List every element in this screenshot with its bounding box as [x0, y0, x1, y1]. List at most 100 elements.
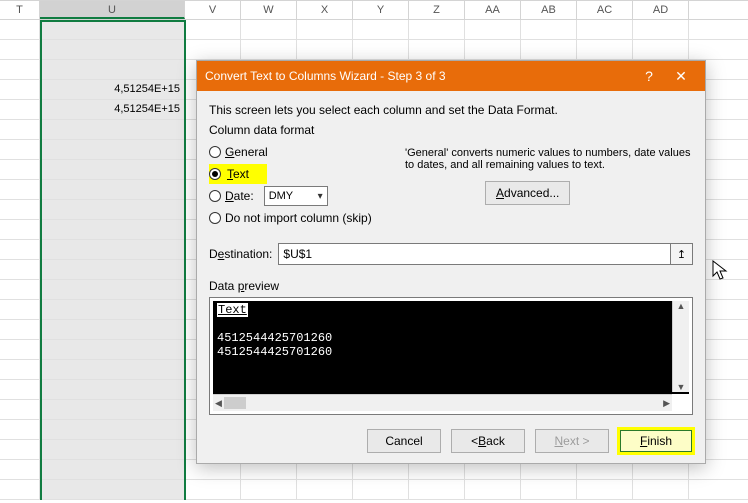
cell[interactable]	[577, 480, 633, 499]
date-format-select[interactable]: DMY ▾	[264, 186, 328, 206]
cell[interactable]	[40, 440, 185, 459]
column-header[interactable]: T	[0, 1, 40, 19]
cell[interactable]	[0, 140, 40, 159]
column-header[interactable]: W	[241, 1, 297, 19]
cell[interactable]	[353, 480, 409, 499]
cell[interactable]	[241, 20, 297, 39]
cell[interactable]	[0, 420, 40, 439]
cell[interactable]	[0, 220, 40, 239]
cell[interactable]	[0, 200, 40, 219]
cell[interactable]	[40, 140, 185, 159]
cell[interactable]	[40, 60, 185, 79]
cell[interactable]	[577, 40, 633, 59]
cell[interactable]	[0, 480, 40, 499]
cell[interactable]	[0, 20, 40, 39]
cell[interactable]	[40, 400, 185, 419]
cell[interactable]	[241, 40, 297, 59]
advanced-button[interactable]: Advanced...	[485, 181, 570, 205]
cell[interactable]	[0, 460, 40, 479]
cell[interactable]	[40, 20, 185, 39]
cell[interactable]	[0, 400, 40, 419]
preview-scrollbar-v[interactable]: ▲ ▼	[672, 301, 689, 392]
cell[interactable]	[40, 380, 185, 399]
cell[interactable]: 4,51254E+15	[40, 80, 185, 99]
column-header[interactable]: Z	[409, 1, 465, 19]
radio-skip[interactable]: Do not import column (skip)	[209, 207, 399, 229]
column-header[interactable]: U	[40, 1, 185, 19]
radio-date[interactable]: Date: DMY ▾	[209, 185, 399, 207]
cell[interactable]	[0, 120, 40, 139]
cell[interactable]	[40, 280, 185, 299]
dialog-titlebar[interactable]: Convert Text to Columns Wizard - Step 3 …	[197, 61, 705, 91]
cell[interactable]	[40, 220, 185, 239]
cell[interactable]	[409, 480, 465, 499]
cell[interactable]	[40, 240, 185, 259]
cell[interactable]	[353, 40, 409, 59]
cell[interactable]	[0, 300, 40, 319]
cell[interactable]	[40, 40, 185, 59]
cell[interactable]	[0, 280, 40, 299]
destination-input[interactable]: $U$1	[278, 243, 671, 265]
column-header[interactable]: AD	[633, 1, 689, 19]
cell[interactable]	[40, 480, 185, 499]
cell[interactable]	[40, 340, 185, 359]
cell[interactable]	[297, 40, 353, 59]
cell[interactable]	[465, 40, 521, 59]
cell[interactable]	[185, 40, 241, 59]
column-header[interactable]: AB	[521, 1, 577, 19]
cell[interactable]	[40, 260, 185, 279]
preview-scrollbar-h[interactable]: ◀ ▶	[213, 394, 672, 411]
cell[interactable]	[297, 480, 353, 499]
cell[interactable]	[0, 180, 40, 199]
cell[interactable]	[0, 60, 40, 79]
cell[interactable]	[40, 160, 185, 179]
cell[interactable]	[185, 480, 241, 499]
cell[interactable]	[465, 20, 521, 39]
cell[interactable]	[185, 20, 241, 39]
cell[interactable]	[409, 40, 465, 59]
column-header[interactable]: X	[297, 1, 353, 19]
cell[interactable]	[0, 340, 40, 359]
cell[interactable]	[40, 360, 185, 379]
column-header[interactable]: V	[185, 1, 241, 19]
cell[interactable]	[465, 480, 521, 499]
cell[interactable]	[521, 40, 577, 59]
range-picker-button[interactable]: ↥	[671, 243, 693, 265]
column-header[interactable]: Y	[353, 1, 409, 19]
close-button[interactable]: ✕	[665, 61, 697, 91]
cell[interactable]	[0, 80, 40, 99]
cell[interactable]: 4,51254E+15	[40, 100, 185, 119]
cell[interactable]	[40, 180, 185, 199]
cell[interactable]	[0, 440, 40, 459]
column-header[interactable]: AA	[465, 1, 521, 19]
cell[interactable]	[40, 460, 185, 479]
cell[interactable]	[40, 120, 185, 139]
cell[interactable]	[0, 260, 40, 279]
cell[interactable]	[521, 20, 577, 39]
cell[interactable]	[633, 20, 689, 39]
help-button[interactable]: ?	[633, 61, 665, 91]
cell[interactable]	[40, 300, 185, 319]
cell[interactable]	[577, 20, 633, 39]
cell[interactable]	[633, 40, 689, 59]
cell[interactable]	[40, 320, 185, 339]
back-button[interactable]: < Back	[451, 429, 525, 453]
cell[interactable]	[521, 480, 577, 499]
cell[interactable]	[40, 200, 185, 219]
cell[interactable]	[241, 480, 297, 499]
cell[interactable]	[0, 160, 40, 179]
finish-button[interactable]: Finish	[619, 429, 693, 453]
cell[interactable]	[40, 420, 185, 439]
cell[interactable]	[0, 380, 40, 399]
column-header[interactable]: AC	[577, 1, 633, 19]
cell[interactable]	[0, 320, 40, 339]
cell[interactable]	[353, 20, 409, 39]
cell[interactable]	[633, 480, 689, 499]
scroll-thumb[interactable]	[224, 397, 246, 409]
cell[interactable]	[409, 20, 465, 39]
cell[interactable]	[0, 240, 40, 259]
cancel-button[interactable]: Cancel	[367, 429, 441, 453]
radio-general[interactable]: General	[209, 141, 399, 163]
radio-text[interactable]: Text	[209, 163, 399, 185]
cell[interactable]	[297, 20, 353, 39]
